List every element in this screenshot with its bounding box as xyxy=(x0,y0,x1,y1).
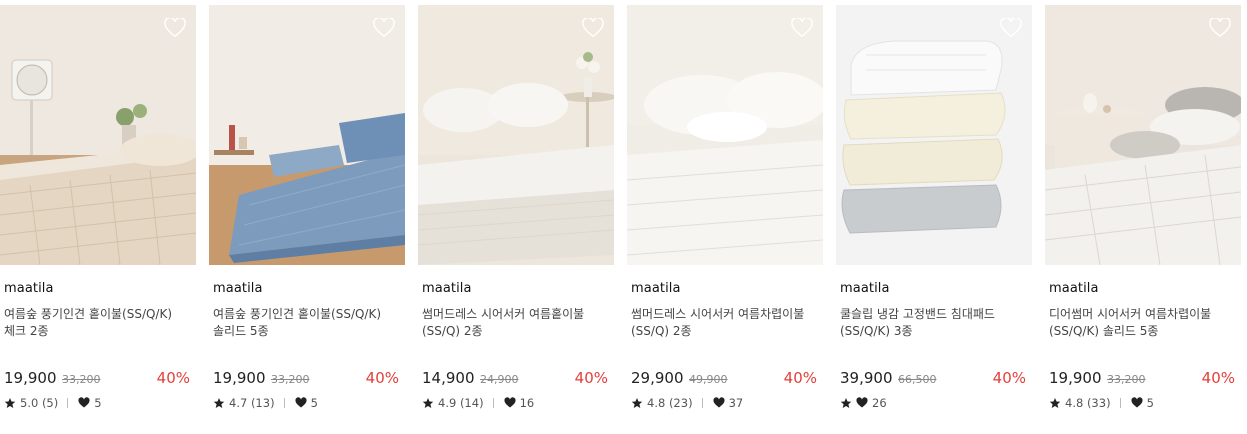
wishlist-heart-icon[interactable] xyxy=(373,18,395,38)
product-name[interactable]: 여름숲 풍기인견 홑이불(SS/Q/K) 체크 2종 xyxy=(4,306,192,340)
discount-rate: 40% xyxy=(156,369,190,387)
sale-price: 19,900 xyxy=(4,369,57,387)
heart-filled-icon xyxy=(856,397,868,409)
product-image[interactable] xyxy=(1045,5,1241,265)
meta-divider xyxy=(283,398,285,408)
product-meta: 4.7 (13) 5 xyxy=(213,396,318,410)
wishlist-heart-icon[interactable] xyxy=(1209,18,1231,38)
likes-count: 5 xyxy=(310,396,318,410)
brand-name[interactable]: maatila xyxy=(4,281,54,296)
wishlist-heart-icon[interactable] xyxy=(582,18,604,38)
star-icon xyxy=(840,397,852,409)
product-name[interactable]: 여름숲 풍기인견 홑이불(SS/Q/K) 솔리드 5종 xyxy=(213,306,401,340)
discount-rate: 40% xyxy=(574,369,608,387)
brand-name[interactable]: maatila xyxy=(840,281,890,296)
product-meta: 4.8 (23) 37 xyxy=(631,396,743,410)
meta-divider xyxy=(1119,398,1121,408)
product-image[interactable] xyxy=(0,5,196,265)
star-icon xyxy=(631,397,643,409)
product-card[interactable]: maatila 여름숲 풍기인견 홑이불(SS/Q/K) 솔리드 5종 19,9… xyxy=(209,0,405,434)
original-price: 66,500 xyxy=(898,373,937,386)
likes-count: 37 xyxy=(728,396,744,410)
product-card[interactable]: maatila 디어썸머 시어서커 여름차렵이불(SS/Q/K) 솔리드 5종 … xyxy=(1045,0,1241,434)
original-price: 33,200 xyxy=(1107,373,1146,386)
original-price: 49,900 xyxy=(689,373,728,386)
product-image[interactable] xyxy=(418,5,614,265)
sale-price: 14,900 xyxy=(422,369,475,387)
product-card[interactable]: maatila 썸머드레스 시어서커 여름차렵이불(SS/Q) 2종 29,90… xyxy=(627,0,823,434)
sale-price: 39,900 xyxy=(840,369,893,387)
likes-count: 5 xyxy=(1146,396,1154,410)
star-icon xyxy=(213,397,225,409)
wishlist-heart-icon[interactable] xyxy=(164,18,186,38)
product-name[interactable]: 디어썸머 시어서커 여름차렵이불(SS/Q/K) 솔리드 5종 xyxy=(1049,306,1237,340)
sale-price: 19,900 xyxy=(213,369,266,387)
star-icon xyxy=(4,397,16,409)
original-price: 33,200 xyxy=(271,373,310,386)
product-meta: 26 xyxy=(840,396,887,410)
heart-filled-icon xyxy=(503,397,516,409)
rating-text: 4.8 (23) xyxy=(647,396,693,410)
sale-price: 29,900 xyxy=(631,369,684,387)
sale-price: 19,900 xyxy=(1049,369,1102,387)
meta-divider xyxy=(492,398,494,408)
product-image[interactable] xyxy=(627,5,823,265)
star-icon xyxy=(422,397,434,409)
original-price: 33,200 xyxy=(62,373,101,386)
rating-text: 4.9 (14) xyxy=(438,396,484,410)
discount-rate: 40% xyxy=(992,369,1026,387)
discount-rate: 40% xyxy=(783,369,817,387)
wishlist-heart-icon[interactable] xyxy=(791,18,813,38)
brand-name[interactable]: maatila xyxy=(631,281,681,296)
product-name[interactable]: 썸머드레스 시어서커 여름홑이불(SS/Q) 2종 xyxy=(422,306,610,340)
rating-text: 5.0 (5) xyxy=(20,396,59,410)
likes-count: 5 xyxy=(94,396,102,410)
heart-filled-icon xyxy=(294,397,307,409)
likes-count: 16 xyxy=(519,396,535,410)
wishlist-heart-icon[interactable] xyxy=(1000,18,1022,38)
likes-count: 26 xyxy=(872,396,887,410)
meta-divider xyxy=(701,398,703,408)
product-card[interactable]: maatila 썸머드레스 시어서커 여름홑이불(SS/Q) 2종 14,900… xyxy=(418,0,614,434)
product-card[interactable]: maatila 여름숲 풍기인견 홑이불(SS/Q/K) 체크 2종 19,90… xyxy=(0,0,196,434)
brand-name[interactable]: maatila xyxy=(213,281,263,296)
product-image[interactable] xyxy=(209,5,405,265)
original-price: 24,900 xyxy=(480,373,519,386)
product-name[interactable]: 쿨슬립 냉감 고정밴드 침대패드(SS/Q/K) 3종 xyxy=(840,306,1028,340)
product-meta: 4.8 (33) 5 xyxy=(1049,396,1154,410)
heart-filled-icon xyxy=(1130,397,1143,409)
brand-name[interactable]: maatila xyxy=(1049,281,1099,296)
product-image[interactable] xyxy=(836,5,1032,265)
meta-divider xyxy=(67,398,69,408)
product-meta: 5.0 (5) 5 xyxy=(4,396,102,410)
product-card[interactable]: maatila 쿨슬립 냉감 고정밴드 침대패드(SS/Q/K) 3종 39,9… xyxy=(836,0,1032,434)
product-meta: 4.9 (14) 16 xyxy=(422,396,534,410)
heart-filled-icon xyxy=(78,397,90,409)
product-grid: maatila 여름숲 풍기인견 홑이불(SS/Q/K) 체크 2종 19,90… xyxy=(0,0,1247,434)
rating-text: 4.7 (13) xyxy=(229,396,275,410)
discount-rate: 40% xyxy=(1201,369,1235,387)
heart-filled-icon xyxy=(712,397,725,409)
star-icon xyxy=(1049,397,1061,409)
discount-rate: 40% xyxy=(365,369,399,387)
product-name[interactable]: 썸머드레스 시어서커 여름차렵이불(SS/Q) 2종 xyxy=(631,306,819,340)
brand-name[interactable]: maatila xyxy=(422,281,472,296)
rating-text: 4.8 (33) xyxy=(1065,396,1111,410)
